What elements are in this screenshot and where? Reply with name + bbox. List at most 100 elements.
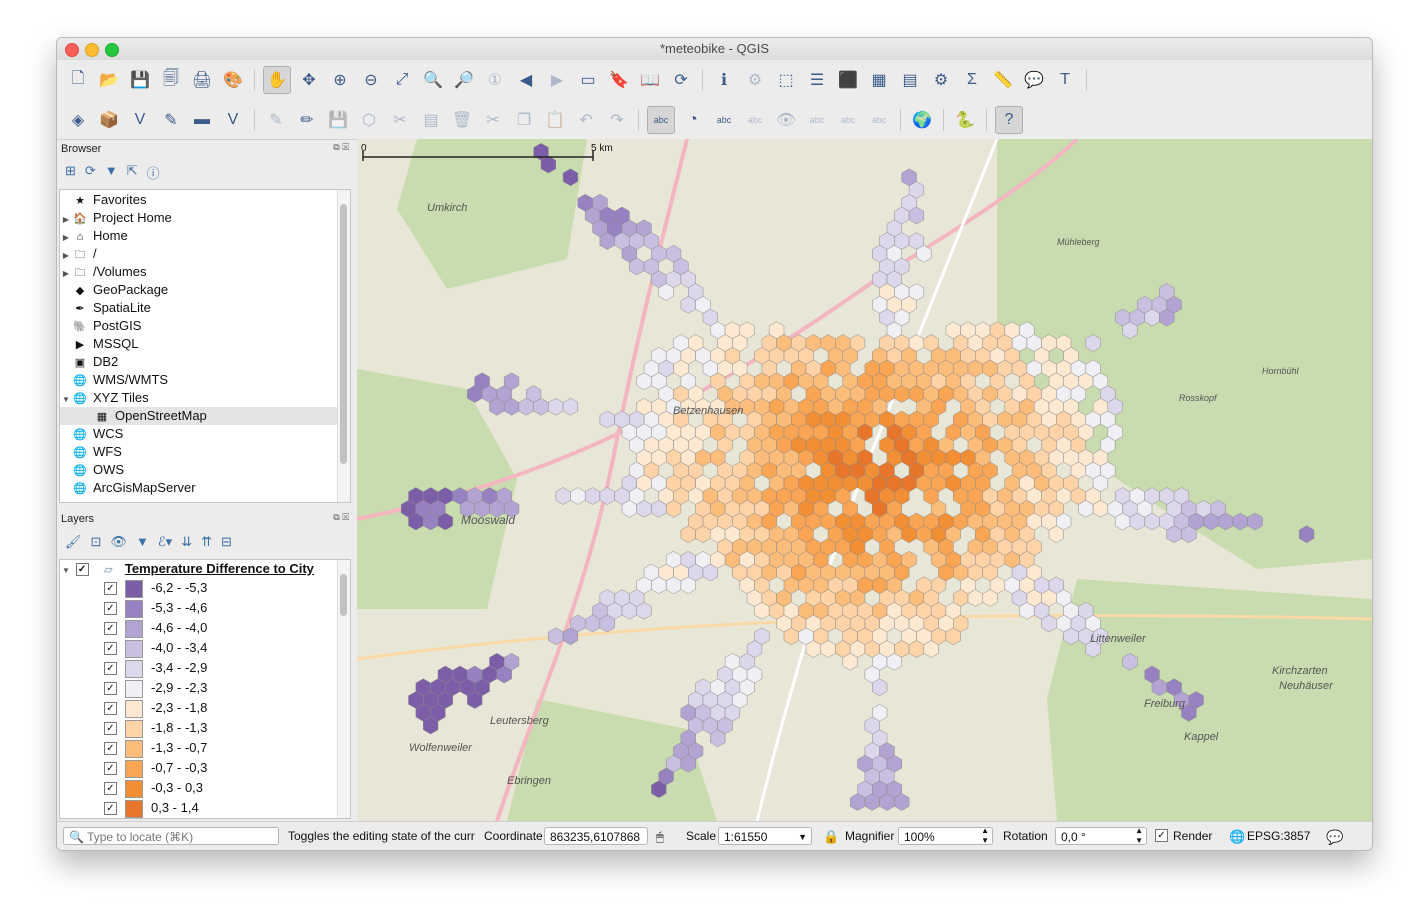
field-calculator-icon[interactable]: ▤ <box>897 67 923 93</box>
browser-panel-controls[interactable]: ⧉ ☒ <box>333 142 349 153</box>
browser-item[interactable]: ▦ OpenStreetMap <box>60 407 350 425</box>
show-hide-labels-icon[interactable]: 👁 <box>773 107 799 133</box>
manage-themes-icon[interactable]: 👁 <box>110 534 127 550</box>
zoom-in-icon[interactable]: ⊕ <box>327 67 353 93</box>
crs-label[interactable]: EPSG:3857 <box>1247 829 1310 843</box>
map-canvas[interactable]: 0 5 km Umkirch Mooswald Betzenhausen Lit… <box>357 139 1372 821</box>
class-visibility-checkbox[interactable]: ✓ <box>104 722 117 736</box>
render-checkbox[interactable]: ✓ <box>1155 828 1173 843</box>
browser-item[interactable]: 🌐 WFS <box>60 443 350 461</box>
scale-combobox[interactable]: 1:61550 ▼ <box>718 827 812 845</box>
browser-item[interactable]: ★ Favorites <box>60 191 350 209</box>
browser-item[interactable]: ▶ ⌂ Home <box>60 227 350 245</box>
map-tips-icon[interactable]: 💬 <box>1021 67 1047 93</box>
messages-icon[interactable]: 💬 <box>1326 829 1343 846</box>
diagram-tool-icon[interactable]: ◔ <box>680 107 706 133</box>
zoom-native-icon[interactable]: ① <box>482 67 508 93</box>
class-visibility-checkbox[interactable]: ✓ <box>104 622 117 636</box>
add-feature-icon[interactable]: ⬡ <box>356 107 382 133</box>
new-geopackage-layer-icon[interactable]: 📦 <box>96 107 122 133</box>
processing-toolbox-icon[interactable]: ⚙ <box>928 67 954 93</box>
save-edits-icon[interactable]: 💾 <box>325 107 351 133</box>
browser-item[interactable]: 🐘 PostGIS <box>60 317 350 335</box>
browser-item[interactable]: 🌐 WCS <box>60 425 350 443</box>
collapse-all-icon[interactable]: ⇱ <box>127 163 138 182</box>
remove-layer-icon[interactable]: ⊟ <box>221 534 232 550</box>
label-tool-icon[interactable]: abc <box>647 105 675 134</box>
class-visibility-checkbox[interactable]: ✓ <box>104 682 117 696</box>
spinner-arrows-icon[interactable]: ▲ ▼ <box>981 826 989 846</box>
layer-labeling-icon[interactable]: abc <box>711 107 737 133</box>
filter-icon[interactable]: ▼ <box>105 163 118 182</box>
lock-scale-icon[interactable]: 🔒 <box>823 829 839 845</box>
browser-item[interactable]: 🌐 OWS <box>60 461 350 479</box>
new-bookmark-icon[interactable]: 🔖 <box>606 67 632 93</box>
locator-search-input[interactable]: 🔍 Type to locate (⌘K) <box>63 827 279 845</box>
legend-class-row[interactable]: ✓ -1,8 - -1,3 <box>60 718 350 738</box>
new-temporary-layer-icon[interactable]: ▬ <box>189 107 215 133</box>
save-as-icon[interactable]: 🗐 <box>158 67 184 93</box>
browser-item[interactable]: ▼ 🌐 XYZ Tiles <box>60 389 350 407</box>
legend-class-row[interactable]: ✓ -2,3 - -1,8 <box>60 698 350 718</box>
python-console-icon[interactable]: 🐍 <box>952 107 978 133</box>
copy-features-icon[interactable]: ❐ <box>511 107 537 133</box>
layers-panel-controls[interactable]: ⧉ ☒ <box>333 512 349 523</box>
class-visibility-checkbox[interactable]: ✓ <box>104 582 117 596</box>
new-project-icon[interactable]: 🗋 <box>65 67 91 93</box>
rotate-label-icon[interactable]: abc <box>835 107 861 133</box>
delete-selected-icon[interactable]: 🗑 <box>449 107 475 133</box>
current-edits-icon[interactable]: ✎ <box>263 107 289 133</box>
minimize-window-button[interactable] <box>85 43 99 57</box>
browser-item[interactable]: ▶ MSSQL <box>60 335 350 353</box>
new-spatialite-layer-icon[interactable]: ✎ <box>158 107 184 133</box>
layer-visibility-checkbox[interactable]: ✓ <box>75 563 89 577</box>
class-visibility-checkbox[interactable]: ✓ <box>104 602 117 616</box>
browser-item[interactable]: ▣ DB2 <box>60 353 350 371</box>
text-annotation-icon[interactable]: T <box>1052 67 1078 93</box>
cut-features-icon[interactable]: ✂ <box>480 107 506 133</box>
zoom-full-icon[interactable]: ⤢ <box>389 67 415 93</box>
browser-item[interactable]: 🌐 WMS/WMTS <box>60 371 350 389</box>
zoom-to-selection-icon[interactable]: 🔍 <box>420 67 446 93</box>
zoom-last-icon[interactable]: ◀ <box>513 67 539 93</box>
crs-globe-icon[interactable]: 🌐 <box>1229 829 1245 845</box>
class-visibility-checkbox[interactable]: ✓ <box>104 702 117 716</box>
collapse-all-icon[interactable]: ⇈ <box>201 534 212 550</box>
legend-class-row[interactable]: ✓ -6,2 - -5,3 <box>60 578 350 598</box>
class-visibility-checkbox[interactable]: ✓ <box>104 762 117 776</box>
select-by-value-icon[interactable]: ☰ <box>804 67 830 93</box>
pin-labels-icon[interactable]: abc <box>742 107 768 133</box>
identify-icon[interactable]: ℹ <box>711 67 737 93</box>
class-visibility-checkbox[interactable]: ✓ <box>104 782 117 796</box>
toggle-editing-icon[interactable]: ✏ <box>294 107 320 133</box>
measure-icon[interactable]: 📏 <box>990 67 1016 93</box>
vertex-tool-icon[interactable]: ✂ <box>387 107 413 133</box>
browser-scrollbar[interactable] <box>337 190 350 502</box>
class-visibility-checkbox[interactable]: ✓ <box>104 642 117 656</box>
class-visibility-checkbox[interactable]: ✓ <box>104 802 117 816</box>
zoom-out-icon[interactable]: ⊖ <box>358 67 384 93</box>
browser-item[interactable]: 🌐 ArcGisMapServer <box>60 479 350 497</box>
change-label-icon[interactable]: abc <box>866 107 892 133</box>
legend-class-row[interactable]: ✓ -4,6 - -4,0 <box>60 618 350 638</box>
browser-item[interactable]: ▶ 🗀 / <box>60 245 350 263</box>
show-bookmarks-icon[interactable]: 📖 <box>637 67 663 93</box>
pan-icon[interactable]: ✋ <box>263 66 291 94</box>
new-virtual-layer-icon[interactable]: V <box>220 107 246 133</box>
zoom-window-button[interactable] <box>105 43 119 57</box>
class-visibility-checkbox[interactable]: ✓ <box>104 742 117 756</box>
map-render[interactable]: 0 5 km Umkirch Mooswald Betzenhausen Lit… <box>357 139 1372 821</box>
modify-attributes-icon[interactable]: ▤ <box>418 107 444 133</box>
close-window-button[interactable] <box>65 43 79 57</box>
browser-item[interactable]: ◆ GeoPackage <box>60 281 350 299</box>
add-group-icon[interactable]: ⊡ <box>91 534 102 550</box>
class-visibility-checkbox[interactable]: ✓ <box>104 662 117 676</box>
plugin-globe-icon[interactable]: 🌍 <box>909 107 935 133</box>
select-features-icon[interactable]: ⬚ <box>773 67 799 93</box>
coordinate-field[interactable]: 863235,6107868 <box>544 827 648 845</box>
toggle-extents-icon[interactable]: 🖱 <box>656 829 664 845</box>
refresh-icon[interactable]: ⟳ <box>668 67 694 93</box>
pan-to-selection-icon[interactable]: ✥ <box>296 67 322 93</box>
refresh-icon[interactable]: ⟳ <box>85 163 96 182</box>
properties-info-icon[interactable]: ⓘ <box>147 163 160 182</box>
